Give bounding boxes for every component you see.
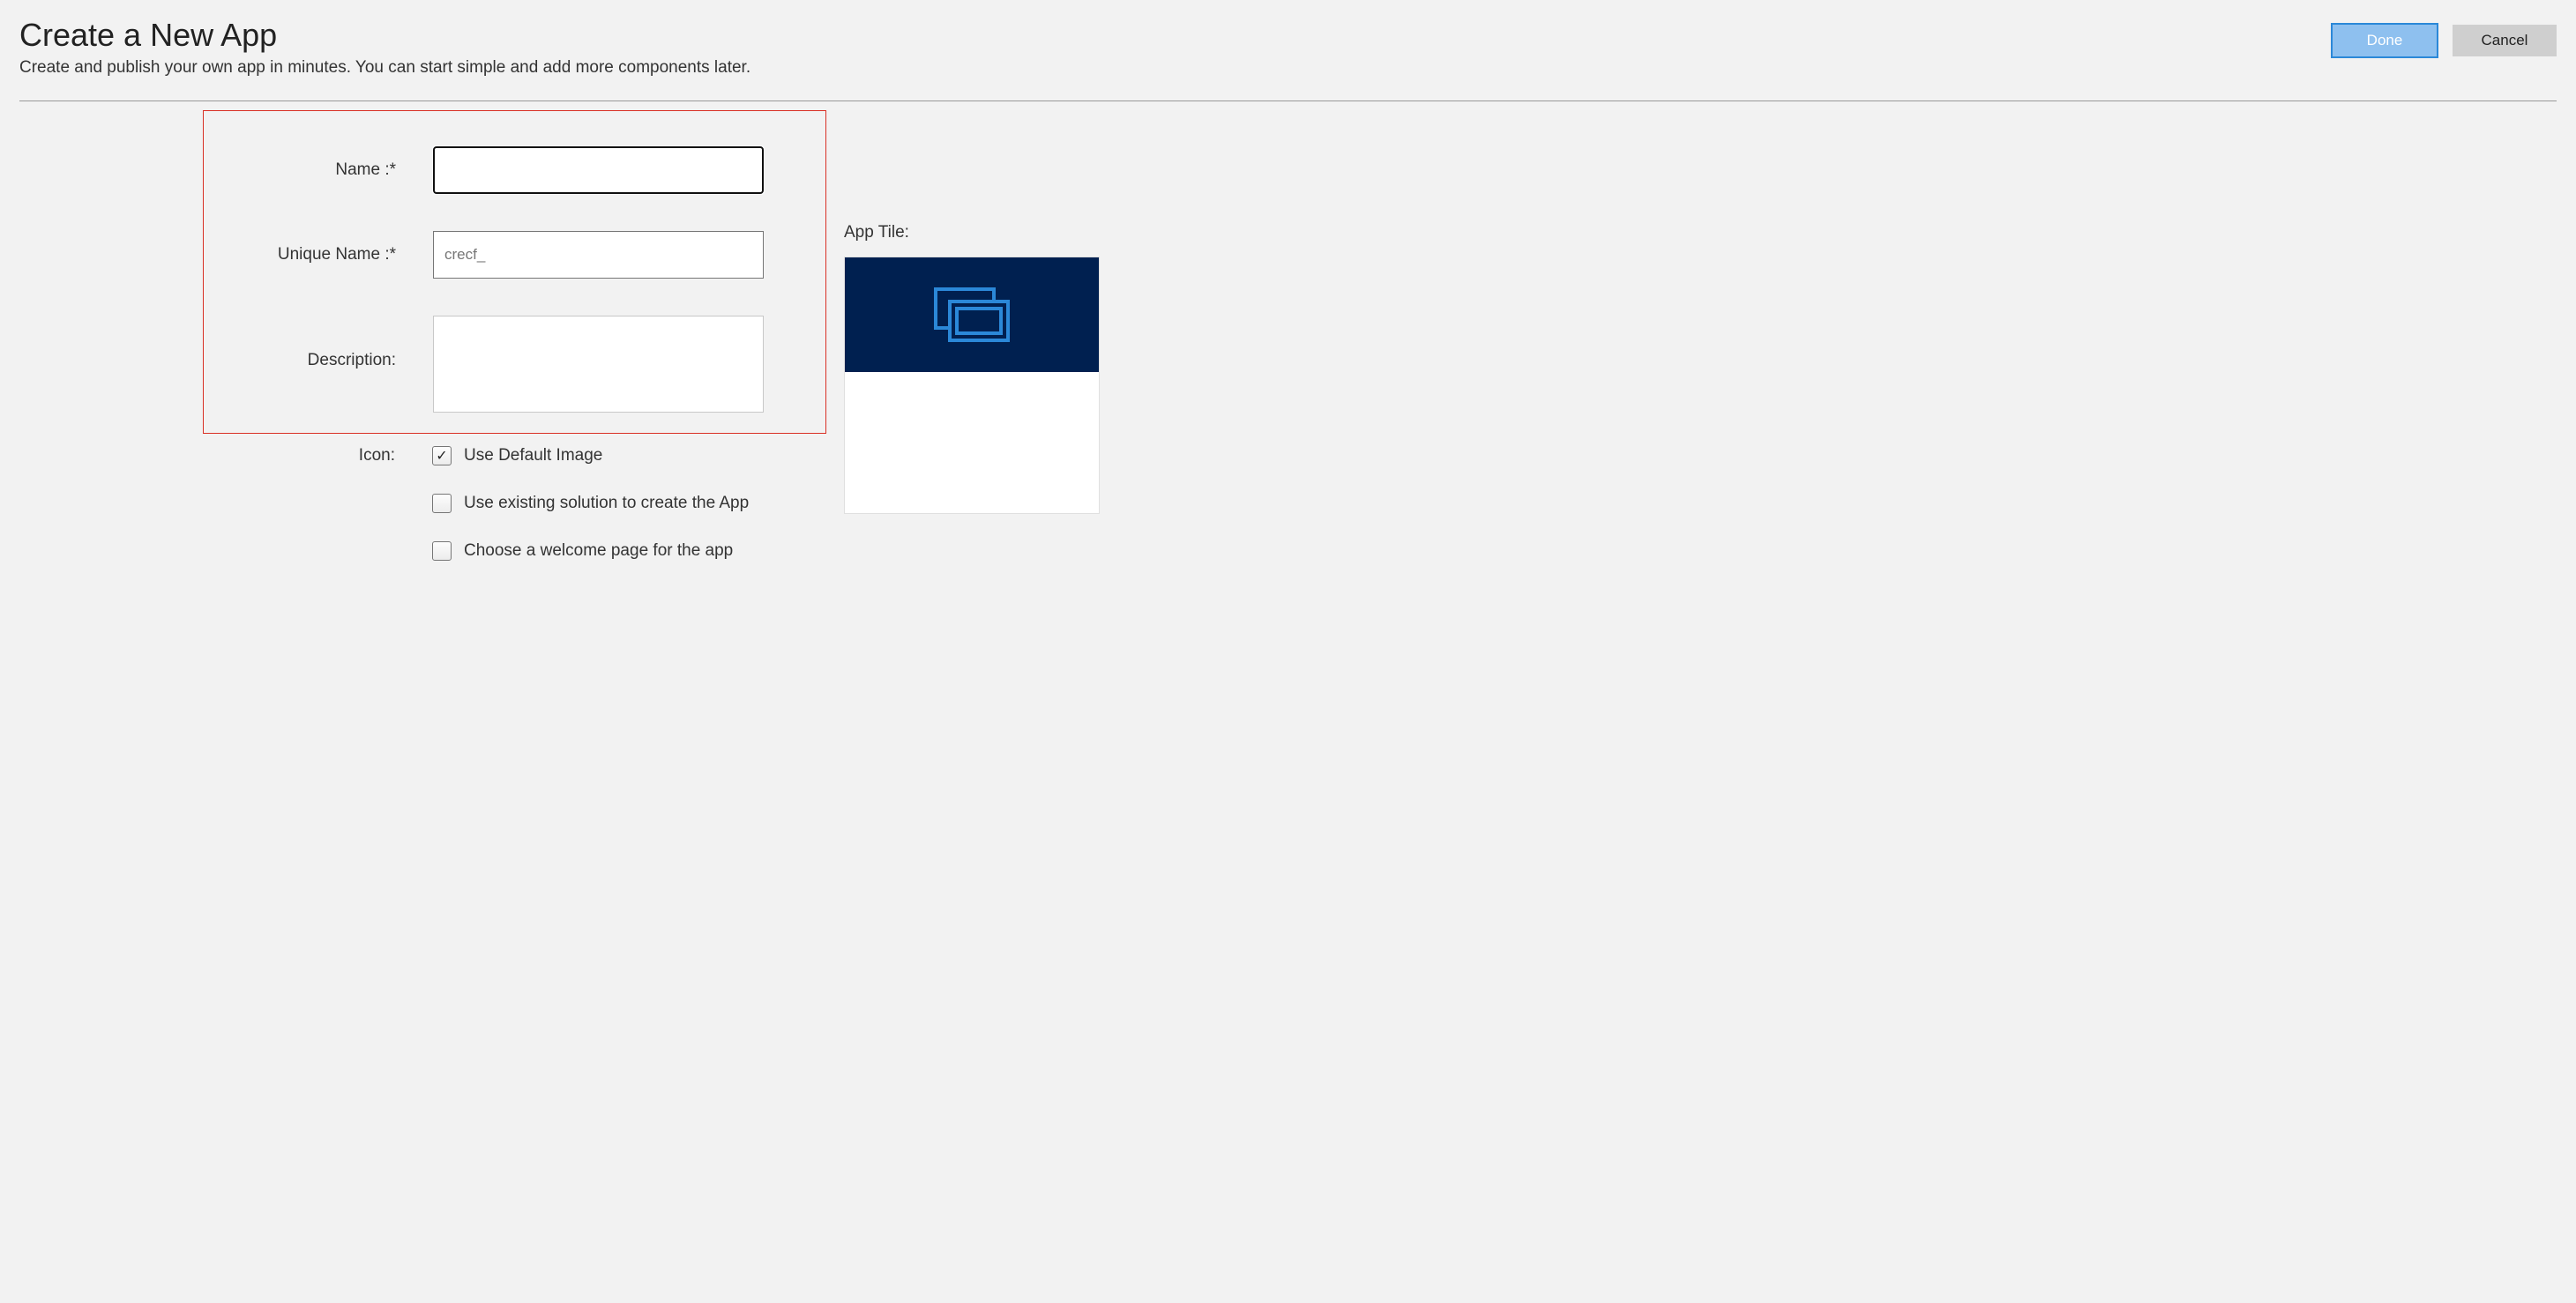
- name-input-wrap: [433, 146, 799, 194]
- choose-welcome-page-label: Choose a welcome page for the app: [464, 541, 733, 561]
- cancel-button[interactable]: Cancel: [2453, 25, 2557, 56]
- description-input[interactable]: [433, 316, 764, 413]
- name-label: Name :*: [230, 160, 433, 180]
- unique-name-label: Unique Name :*: [230, 245, 433, 264]
- description-row: Description:: [230, 316, 799, 417]
- header-text: Create a New App Create and publish your…: [19, 18, 750, 78]
- icon-row: Icon: ✓ Use Default Image: [229, 446, 800, 465]
- choose-welcome-page-checkbox[interactable]: [432, 541, 452, 561]
- app-tile-label: App Tile:: [844, 223, 1100, 242]
- app-tile-preview: [844, 257, 1100, 514]
- app-tile-icon: [934, 287, 1010, 342]
- unique-name-input[interactable]: [433, 231, 764, 279]
- page-header: Create a New App Create and publish your…: [19, 18, 2557, 101]
- page-subtitle: Create and publish your own app in minut…: [19, 58, 750, 78]
- app-tile-area: App Tile:: [844, 110, 1100, 514]
- unique-name-input-wrap: [433, 231, 799, 279]
- description-label: Description:: [230, 316, 433, 370]
- name-input[interactable]: [433, 146, 764, 194]
- icon-label: Icon:: [229, 446, 432, 465]
- required-fields-highlight: Name :* Unique Name :* Description:: [203, 110, 826, 434]
- use-existing-solution-label: Use existing solution to create the App: [464, 494, 749, 513]
- use-existing-solution-row: Use existing solution to create the App: [229, 494, 800, 513]
- done-button[interactable]: Done: [2333, 25, 2437, 56]
- form-area: Name :* Unique Name :* Description:: [19, 110, 2557, 589]
- use-default-image-label: Use Default Image: [464, 446, 602, 465]
- use-existing-solution-wrap: Use existing solution to create the App: [432, 494, 749, 513]
- header-actions: Done Cancel: [2333, 25, 2557, 56]
- use-existing-solution-checkbox[interactable]: [432, 494, 452, 513]
- choose-welcome-page-row: Choose a welcome page for the app: [229, 541, 800, 561]
- form-left-column: Name :* Unique Name :* Description:: [19, 110, 826, 589]
- use-default-image-checkbox[interactable]: ✓: [432, 446, 452, 465]
- description-input-wrap: [433, 316, 799, 417]
- app-tile-header: [845, 257, 1099, 372]
- choose-welcome-page-wrap: Choose a welcome page for the app: [432, 541, 733, 561]
- unique-name-row: Unique Name :*: [230, 231, 799, 279]
- use-default-image-wrap: ✓ Use Default Image: [432, 446, 602, 465]
- name-row: Name :*: [230, 146, 799, 194]
- page-title: Create a New App: [19, 18, 750, 53]
- options-section: Icon: ✓ Use Default Image Use existing s…: [203, 434, 826, 561]
